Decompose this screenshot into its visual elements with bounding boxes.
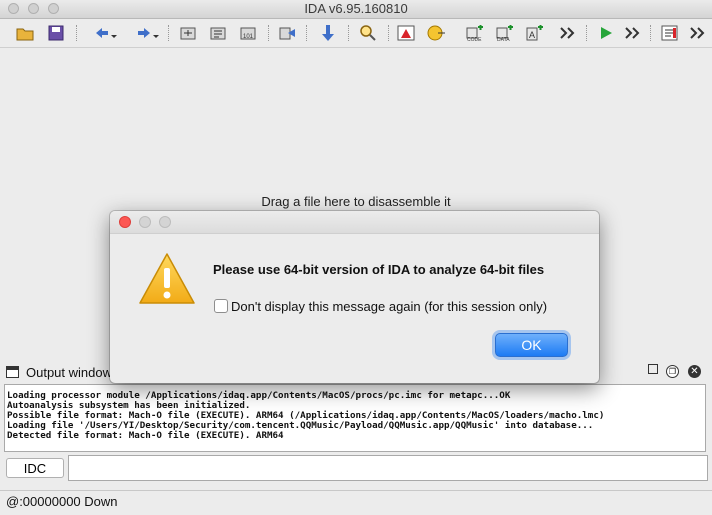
- search-icon[interactable]: [358, 23, 378, 43]
- output-window-title: Output window: [26, 365, 112, 380]
- jump-segment-icon[interactable]: [278, 23, 298, 43]
- data-icon[interactable]: DATA: [495, 23, 515, 43]
- dialog-zoom-button: [159, 216, 171, 228]
- output-log[interactable]: Loading processor module /Applications/i…: [4, 384, 706, 452]
- warning-icon: [139, 253, 195, 304]
- dont-show-again-label[interactable]: Don't display this message again (for th…: [231, 299, 547, 314]
- text-icon[interactable]: [396, 23, 416, 43]
- more-icon[interactable]: [558, 23, 578, 43]
- idc-command-row: IDC: [0, 455, 712, 483]
- back-arrow-icon[interactable]: [92, 23, 120, 43]
- warning-dialog: Please use 64-bit version of IDA to anal…: [110, 211, 599, 383]
- window-titlebar: IDA v6.95.160810: [0, 0, 712, 19]
- jump-name-icon[interactable]: [208, 23, 228, 43]
- idc-language-button[interactable]: IDC: [6, 458, 64, 478]
- down-arrow-icon[interactable]: [318, 23, 338, 43]
- string-icon[interactable]: A: [525, 23, 545, 43]
- save-icon[interactable]: [46, 23, 66, 43]
- chooser-icon[interactable]: [660, 23, 680, 43]
- svg-text:CODE: CODE: [467, 37, 482, 42]
- window-title: IDA v6.95.160810: [304, 1, 408, 16]
- more-icon[interactable]: [688, 23, 708, 43]
- output-window-icon: [6, 366, 19, 378]
- color-icon[interactable]: [426, 23, 446, 43]
- dont-show-again-checkbox[interactable]: [214, 299, 228, 313]
- open-folder-icon[interactable]: [15, 23, 35, 43]
- idc-command-input[interactable]: [68, 455, 708, 481]
- maximize-icon[interactable]: [648, 364, 658, 374]
- more-icon[interactable]: [623, 23, 643, 43]
- jump-address-icon[interactable]: 101: [238, 23, 258, 43]
- code-icon[interactable]: CODE: [465, 23, 485, 43]
- close-icon[interactable]: ✕: [688, 365, 701, 378]
- ok-button[interactable]: OK: [495, 333, 568, 357]
- dialog-titlebar: [110, 211, 599, 234]
- run-icon[interactable]: [596, 23, 616, 43]
- dialog-minimize-button: [139, 216, 151, 228]
- status-text: @:00000000 Down: [6, 494, 118, 509]
- svg-text:101: 101: [243, 34, 254, 40]
- dialog-close-button[interactable]: [119, 216, 131, 228]
- jump-icon[interactable]: [178, 23, 198, 43]
- svg-text:DATA: DATA: [497, 37, 510, 42]
- main-toolbar: 101 CODE DATA A: [0, 19, 712, 48]
- status-bar: @:00000000 Down: [0, 490, 712, 515]
- restore-icon[interactable]: ❐: [666, 365, 679, 378]
- log-line: Detected file format: Mach-O file (EXECU…: [7, 430, 284, 441]
- drag-hint: Drag a file here to disassemble it: [261, 194, 451, 209]
- forward-arrow-icon[interactable]: [134, 23, 162, 43]
- svg-text:A: A: [529, 30, 535, 40]
- dialog-message: Please use 64-bit version of IDA to anal…: [213, 262, 545, 277]
